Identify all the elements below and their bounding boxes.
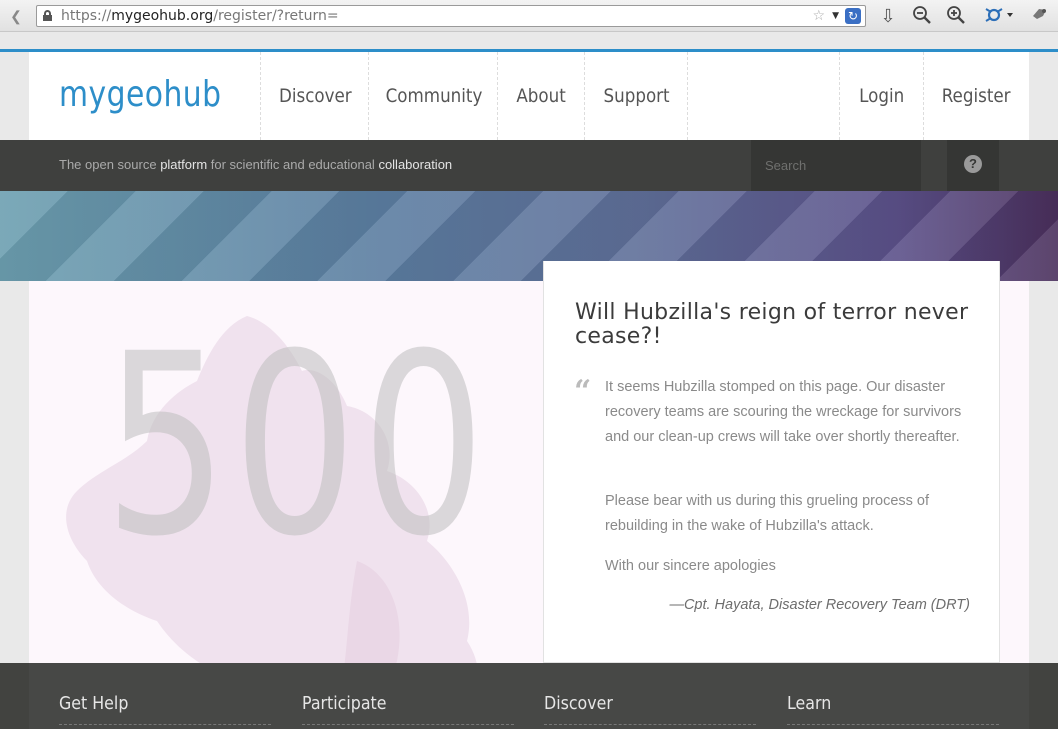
url-path: /register/?return= bbox=[213, 8, 339, 24]
error-code: 500 bbox=[104, 300, 491, 591]
lock-icon bbox=[43, 10, 52, 21]
quote-icon: “ bbox=[574, 374, 592, 409]
help-button[interactable]: ? bbox=[947, 140, 999, 191]
url-prefix: https:// bbox=[61, 8, 112, 24]
login-link[interactable]: Login bbox=[839, 52, 924, 140]
tagline: The open source platform for scientific … bbox=[59, 157, 453, 172]
dropdown-arrow-icon[interactable]: ▼ bbox=[832, 6, 839, 26]
footer-discover: Discover bbox=[544, 693, 756, 725]
zoom-in-icon[interactable] bbox=[944, 5, 968, 27]
nav-about[interactable]: About bbox=[497, 52, 585, 140]
register-link[interactable]: Register bbox=[923, 52, 1029, 140]
footer-get-help: Get Help bbox=[59, 693, 271, 725]
browser-toolbar: ❮ https://mygeohub.org/register/?return=… bbox=[0, 0, 1058, 32]
download-icon[interactable]: ⇩ bbox=[876, 5, 900, 27]
url-domain: mygeohub.org bbox=[111, 8, 214, 24]
extension-icon[interactable] bbox=[1028, 5, 1052, 27]
reload-icon[interactable]: ↻ bbox=[845, 8, 861, 24]
error-paragraph-2: Please bear with us during this grueling… bbox=[605, 493, 930, 534]
search-input[interactable] bbox=[751, 140, 921, 191]
zoom-out-icon[interactable] bbox=[910, 5, 934, 27]
nav-support[interactable]: Support bbox=[584, 52, 688, 140]
error-signature: —Cpt. Hayata, Disaster Recovery Team (DR… bbox=[669, 597, 970, 613]
tagline-bar: The open source platform for scientific … bbox=[0, 140, 1058, 191]
footer-inner: Get Help Participate Discover Learn bbox=[29, 663, 1029, 729]
back-arrow-icon[interactable]: ❮ bbox=[4, 5, 28, 27]
nav-community[interactable]: Community bbox=[368, 52, 498, 140]
site-logo[interactable]: mygeohub bbox=[59, 74, 222, 115]
footer-learn: Learn bbox=[787, 693, 999, 725]
error-paragraph-3: With our sincere apologies bbox=[605, 558, 776, 574]
site-header: mygeohub Discover Community About Suppor… bbox=[29, 52, 1029, 140]
footer-participate: Participate bbox=[302, 693, 514, 725]
error-title: Will Hubzilla's reign of terror never ce… bbox=[575, 300, 969, 349]
site-footer: Get Help Participate Discover Learn bbox=[0, 663, 1058, 729]
address-bar[interactable]: https://mygeohub.org/register/?return= ☆… bbox=[36, 5, 866, 27]
error-paragraph-1: It seems Hubzilla stomped on this page. … bbox=[605, 379, 962, 445]
network-icon[interactable] bbox=[982, 5, 1016, 27]
nav-discover[interactable]: Discover bbox=[260, 52, 369, 140]
nav-spacer bbox=[687, 52, 840, 140]
question-icon: ? bbox=[964, 155, 982, 173]
search-box bbox=[751, 140, 921, 191]
bookmark-star-icon[interactable]: ☆ bbox=[812, 6, 825, 26]
error-message-card: Will Hubzilla's reign of terror never ce… bbox=[543, 261, 1000, 663]
